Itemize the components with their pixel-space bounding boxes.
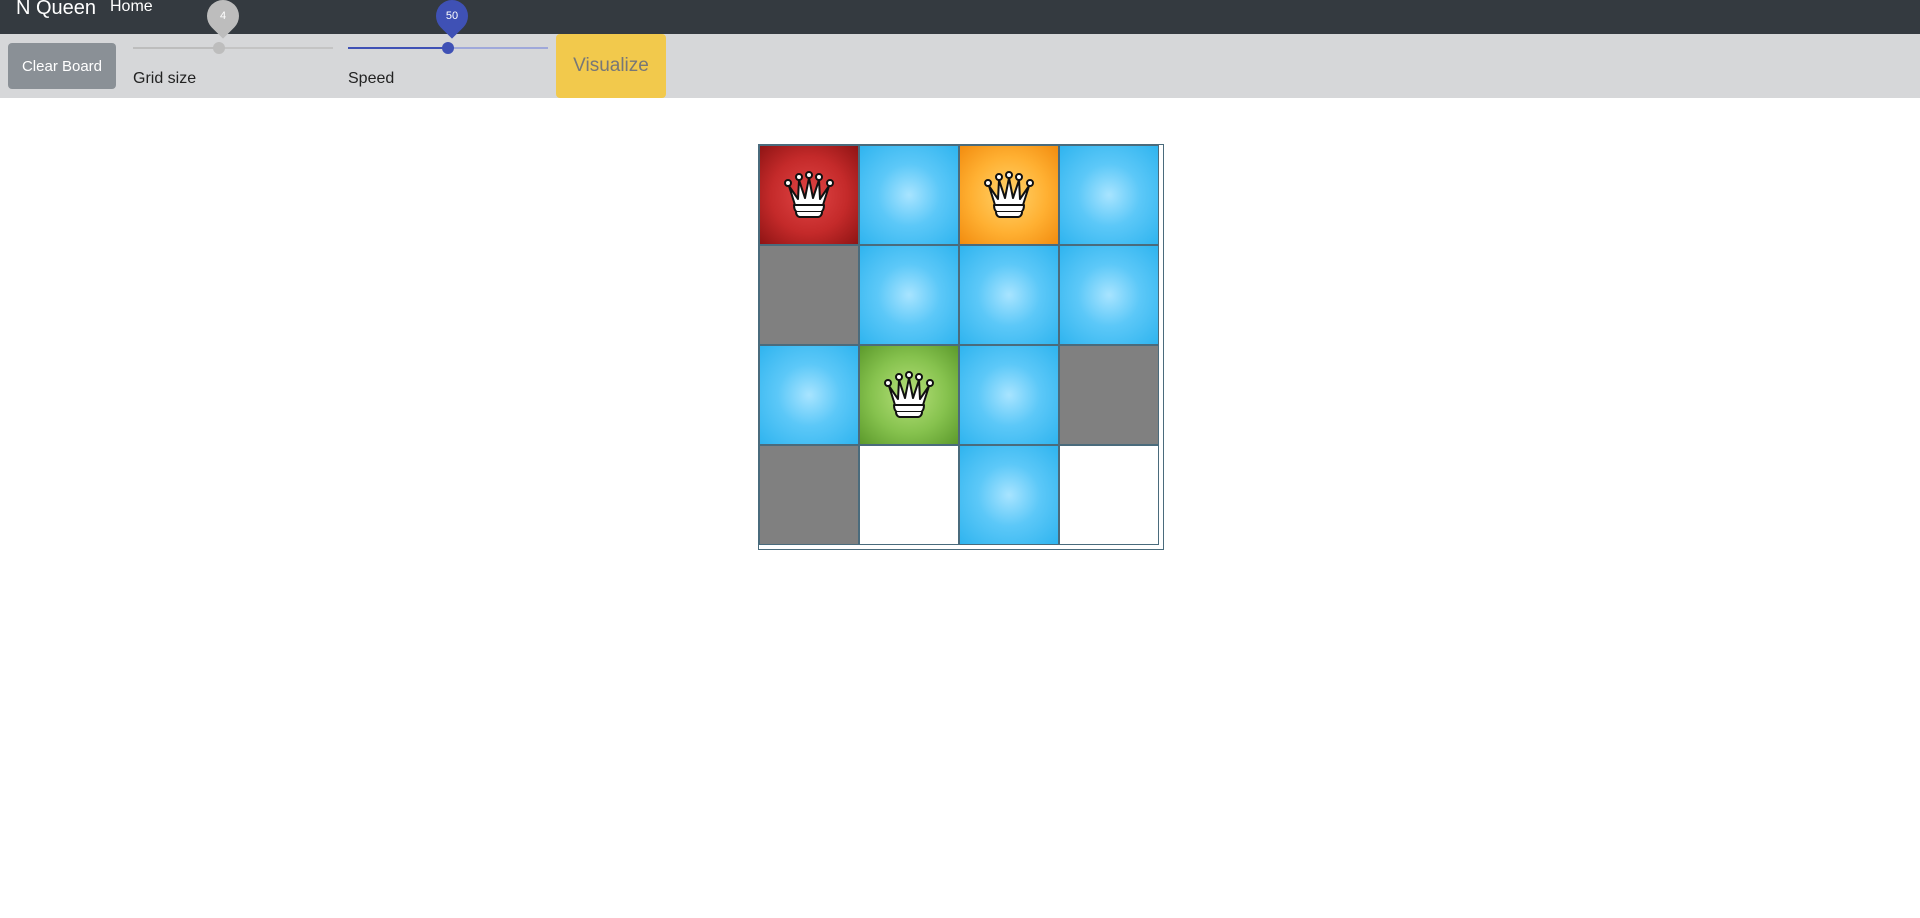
nav-link-home[interactable]: Home — [110, 0, 153, 16]
grid-size-slider-thumb[interactable] — [213, 42, 225, 54]
chess-board — [758, 144, 1164, 550]
board-cell-3-0[interactable] — [759, 445, 859, 545]
queen-crown-icon — [783, 171, 835, 219]
board-cell-1-1[interactable] — [859, 245, 959, 345]
toolbar: Clear Board 4 Grid size 50 Speed Visuali… — [0, 0, 1920, 98]
queen-crown-icon — [983, 171, 1035, 219]
queen-crown-icon — [883, 371, 935, 419]
speed-label: Speed — [348, 70, 395, 87]
board-cell-1-3[interactable] — [1059, 245, 1159, 345]
grid-size-slider-track[interactable] — [133, 42, 333, 54]
grid-size-value: 4 — [219, 10, 227, 22]
clear-board-button[interactable]: Clear Board — [8, 43, 116, 89]
speed-slider[interactable]: 50 Speed — [348, 0, 548, 98]
board-cell-0-0[interactable] — [759, 145, 859, 245]
board-cell-0-2[interactable] — [959, 145, 1059, 245]
board-cell-3-3[interactable] — [1059, 445, 1159, 545]
board-cell-3-1[interactable] — [859, 445, 959, 545]
board-cell-1-0[interactable] — [759, 245, 859, 345]
brand-title[interactable]: N Queen — [16, 0, 96, 19]
speed-value: 50 — [445, 10, 459, 22]
board-cell-2-2[interactable] — [959, 345, 1059, 445]
board-cell-0-3[interactable] — [1059, 145, 1159, 245]
speed-slider-track[interactable] — [348, 42, 548, 54]
speed-slider-thumb[interactable] — [442, 42, 454, 54]
board-cell-2-1[interactable] — [859, 345, 959, 445]
board-cell-3-2[interactable] — [959, 445, 1059, 545]
grid-size-slider-fill — [133, 47, 219, 49]
visualize-button[interactable]: Visualize — [556, 34, 666, 98]
board-cell-2-0[interactable] — [759, 345, 859, 445]
board-cell-2-3[interactable] — [1059, 345, 1159, 445]
speed-slider-fill — [348, 47, 448, 49]
board-cell-0-1[interactable] — [859, 145, 959, 245]
grid-size-slider[interactable]: 4 Grid size — [133, 0, 333, 98]
grid-size-label: Grid size — [133, 70, 197, 87]
navbar: N Queen Home — [0, 0, 1920, 34]
board-cell-1-2[interactable] — [959, 245, 1059, 345]
